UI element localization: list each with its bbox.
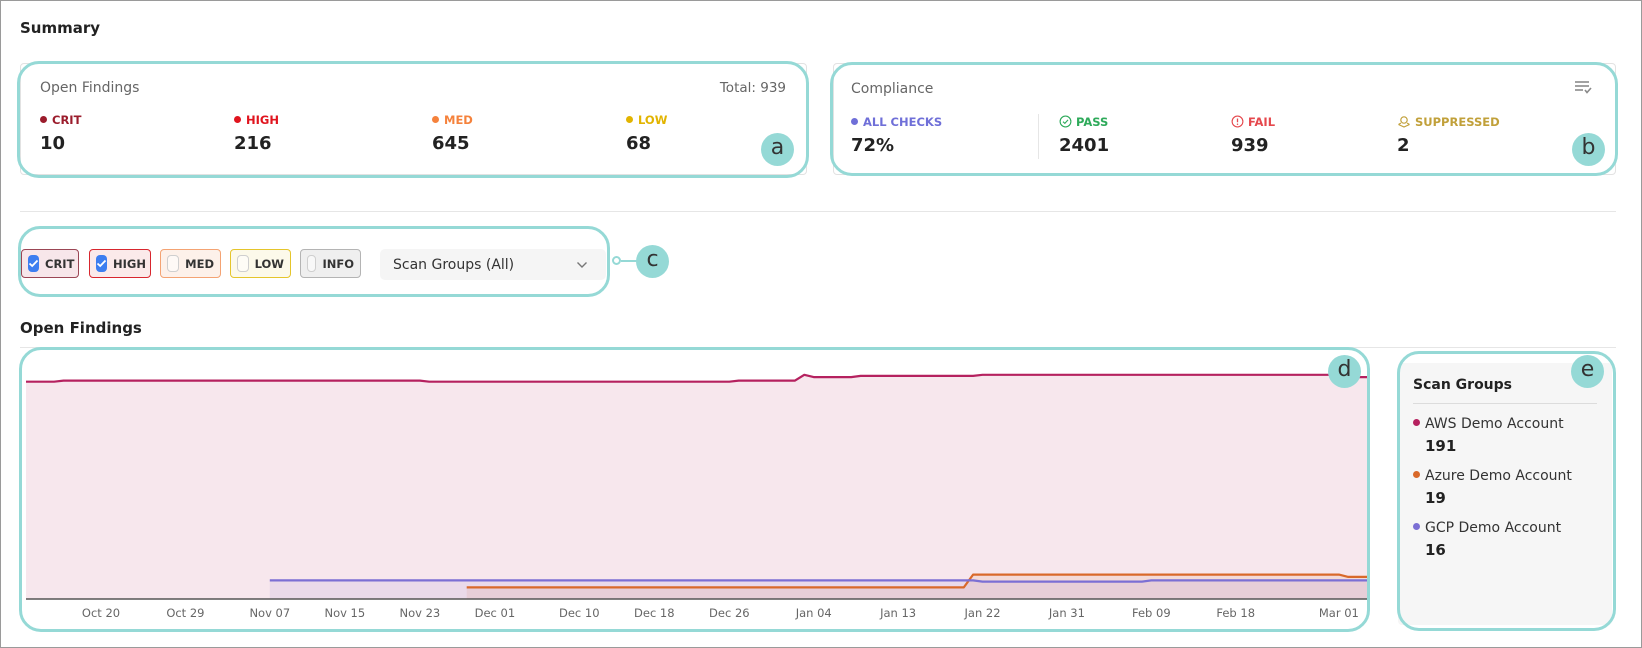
med-checkbox[interactable] xyxy=(167,255,180,272)
stat-fail-value: 939 xyxy=(1231,135,1269,156)
x-tick-label: Dec 26 xyxy=(709,606,750,620)
x-tick-label: Jan 31 xyxy=(1048,606,1085,620)
compliance-card: Compliance ALL CHECKS 72% PASS 2401 FAIL… xyxy=(833,63,1616,175)
annotation-connector-c xyxy=(612,256,621,265)
x-tick-label: Nov 15 xyxy=(324,606,366,620)
filter-chip-low-label: LOW xyxy=(254,256,284,271)
azure-dot-icon xyxy=(1413,471,1420,478)
high-checkbox[interactable] xyxy=(96,255,107,272)
annotation-badge-c: c xyxy=(636,245,669,278)
filter-chip-high[interactable]: HIGH xyxy=(89,249,151,278)
annotation-badge-a: a xyxy=(761,133,794,166)
gcp-dot-icon xyxy=(1413,523,1420,530)
crit-dot-icon xyxy=(40,116,47,123)
filter-chip-med[interactable]: MED xyxy=(160,249,221,278)
legend-item-aws-value: 191 xyxy=(1425,437,1457,455)
aws-dot-icon xyxy=(1413,419,1420,426)
x-tick-label: Dec 01 xyxy=(474,606,516,620)
annotation-badge-d: d xyxy=(1328,355,1361,388)
series-area-2 xyxy=(269,580,1367,599)
chart-header-divider xyxy=(20,347,1616,348)
legend-item-azure-value: 19 xyxy=(1425,489,1446,507)
low-dot-icon xyxy=(626,116,633,123)
checkmark-icon xyxy=(28,259,39,268)
list-check-icon[interactable] xyxy=(1573,78,1593,96)
x-tick-label: Feb 18 xyxy=(1216,606,1256,620)
open-findings-chart-title: Open Findings xyxy=(20,319,142,337)
x-tick-label: Oct 29 xyxy=(166,606,205,620)
stat-all-checks-label: ALL CHECKS xyxy=(851,115,942,129)
stat-low-value: 68 xyxy=(626,133,652,154)
stat-high-label: HIGH xyxy=(234,113,279,127)
stat-crit-label: CRIT xyxy=(40,113,81,127)
annotation-badge-e: e xyxy=(1571,355,1604,388)
legend-item-aws[interactable]: AWS Demo Account xyxy=(1413,416,1564,432)
scan-groups-legend-panel: Scan Groups AWS Demo Account 191 Azure D… xyxy=(1398,363,1612,625)
section-divider xyxy=(20,211,1616,212)
check-circle-icon xyxy=(1059,115,1072,128)
x-tick-label: Nov 07 xyxy=(249,606,291,620)
legend-divider xyxy=(1413,403,1597,404)
stat-med-label: MED xyxy=(432,113,473,127)
x-tick-label: Oct 20 xyxy=(81,606,121,620)
series-line-2[interactable] xyxy=(269,579,1367,583)
stat-med-value: 645 xyxy=(432,133,470,154)
open-findings-chart xyxy=(26,373,1367,600)
legend-item-gcp[interactable]: GCP Demo Account xyxy=(1413,520,1561,536)
stat-suppressed-value: 2 xyxy=(1397,135,1410,156)
filter-chip-high-label: HIGH xyxy=(113,256,146,271)
open-findings-card-title: Open Findings xyxy=(40,80,140,96)
stat-pass-label: PASS xyxy=(1059,115,1108,129)
annotation-badge-b: b xyxy=(1572,133,1605,166)
series-area-0 xyxy=(26,374,1367,599)
x-tick-label: Jan 13 xyxy=(880,606,917,620)
x-tick-label: Mar 01 xyxy=(1318,606,1359,620)
x-tick-label: Jan 04 xyxy=(795,606,832,620)
suppressed-icon xyxy=(1398,116,1410,128)
stat-all-checks-value: 72% xyxy=(851,135,895,156)
filter-chip-crit-label: CRIT xyxy=(45,256,75,271)
filter-chip-info[interactable]: INFO xyxy=(300,249,361,278)
x-axis-labels: Oct 20 Oct 29 Nov 07 Nov 15 Nov 23 Dec 01 Dec … xyxy=(20,606,1390,622)
x-tick-label: Feb 09 xyxy=(1131,606,1171,620)
checkmark-icon xyxy=(96,259,107,268)
x-tick-label: Dec 10 xyxy=(558,606,600,620)
alert-circle-icon xyxy=(1231,115,1244,128)
summary-title: Summary xyxy=(20,19,101,37)
compliance-divider xyxy=(1038,114,1039,159)
all-checks-dot-icon xyxy=(851,118,858,125)
open-findings-total: Total: 939 xyxy=(719,80,786,96)
chevron-down-icon xyxy=(577,262,587,268)
low-checkbox[interactable] xyxy=(237,255,249,272)
info-checkbox[interactable] xyxy=(307,255,317,272)
legend-item-azure[interactable]: Azure Demo Account xyxy=(1413,468,1572,484)
stat-crit-value: 10 xyxy=(40,133,66,154)
x-tick-label: Dec 18 xyxy=(634,606,675,620)
stat-low-label: LOW xyxy=(626,113,667,127)
x-tick-label: Nov 23 xyxy=(399,606,441,620)
stat-fail-label: FAIL xyxy=(1231,115,1275,129)
filter-chip-low[interactable]: LOW xyxy=(230,249,291,278)
filter-chip-med-label: MED xyxy=(185,256,214,271)
med-dot-icon xyxy=(432,116,439,123)
x-tick-label: Jan 22 xyxy=(964,606,1001,620)
scan-groups-select[interactable]: Scan Groups (All) xyxy=(380,249,606,280)
stat-pass-value: 2401 xyxy=(1059,135,1110,156)
stat-suppressed-label: SUPPRESSED xyxy=(1397,115,1500,129)
filter-chip-crit[interactable]: CRIT xyxy=(21,249,79,278)
high-dot-icon xyxy=(234,116,241,123)
scan-groups-legend-title: Scan Groups xyxy=(1413,377,1513,393)
stat-high-value: 216 xyxy=(234,133,272,154)
legend-item-gcp-value: 16 xyxy=(1425,541,1446,559)
compliance-card-title: Compliance xyxy=(851,81,934,97)
open-findings-card: Open Findings Total: 939 CRIT 10 HIGH 21… xyxy=(20,63,807,175)
chart-areas xyxy=(26,374,1367,599)
scan-groups-select-value: Scan Groups (All) xyxy=(393,256,515,273)
crit-checkbox[interactable] xyxy=(28,255,39,272)
filter-chip-info-label: INFO xyxy=(322,256,354,271)
